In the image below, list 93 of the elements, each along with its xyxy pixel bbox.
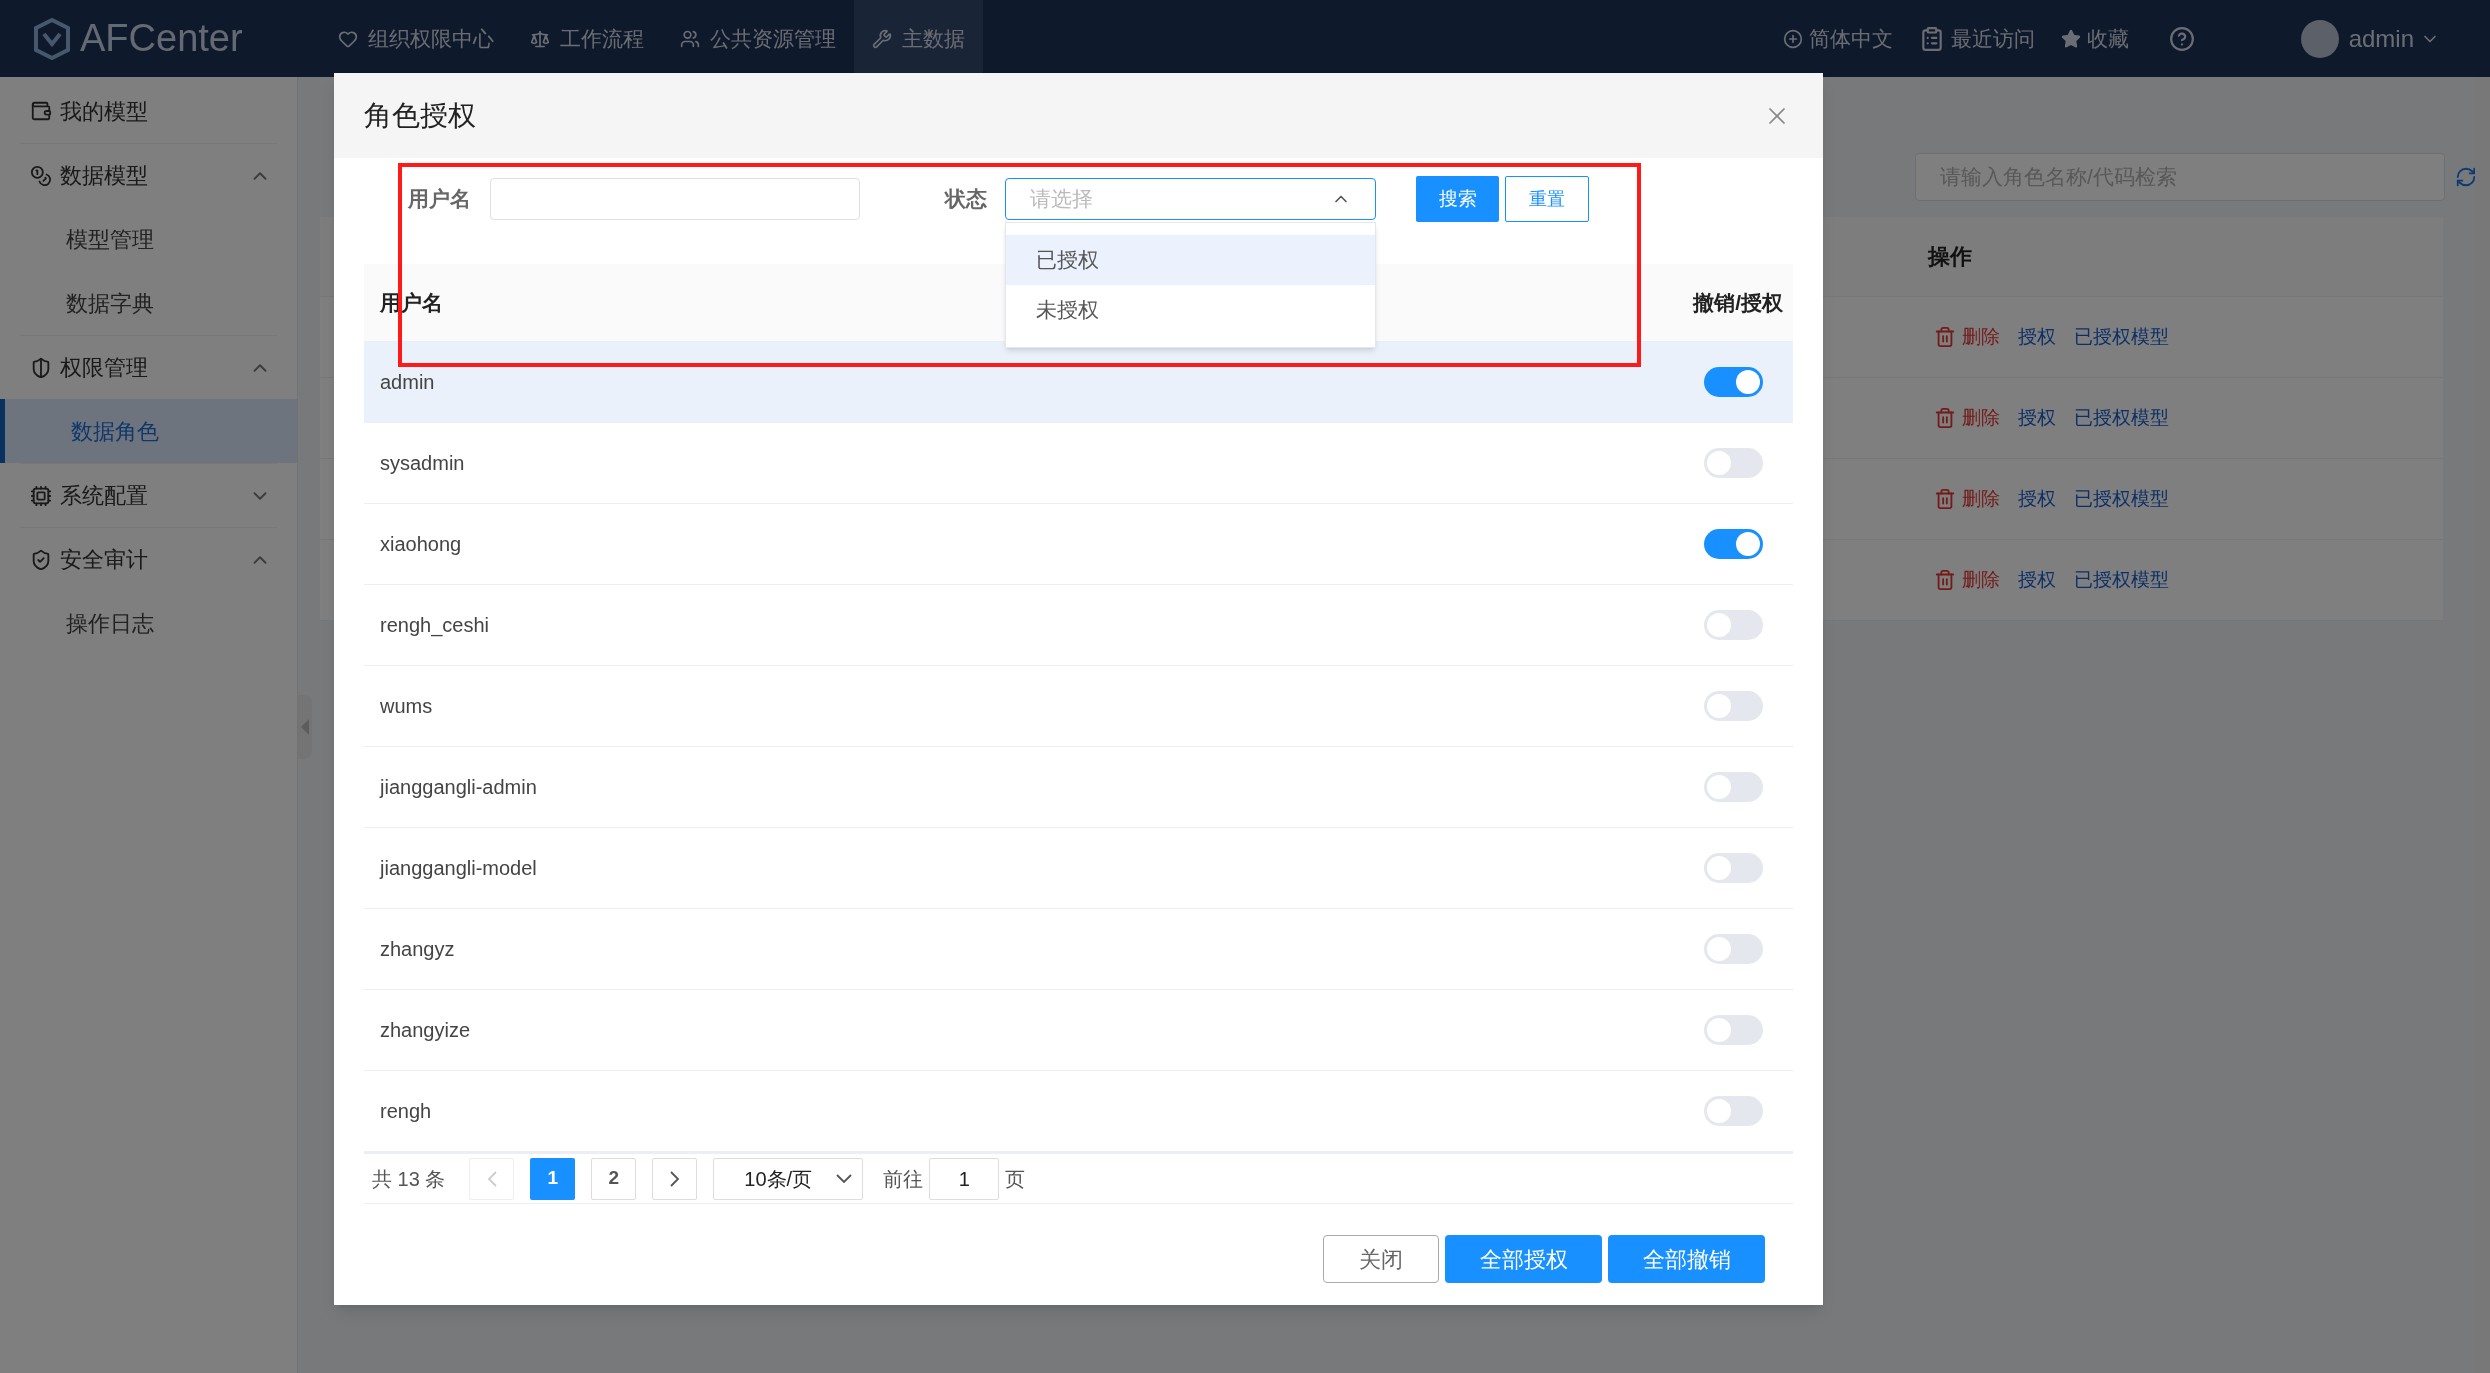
toggle-switch[interactable] (1704, 1096, 1763, 1126)
favorites-button[interactable]: 收藏 (2060, 22, 2129, 55)
nav-tab[interactable]: 组织权限中心 (320, 0, 512, 77)
language-button[interactable]: 简体中文 (1782, 22, 1893, 55)
toggle-switch[interactable] (1704, 772, 1763, 802)
sidebar-subitem[interactable]: 模型管理 (0, 207, 297, 271)
search-button[interactable]: 搜索 (1416, 176, 1499, 222)
toggle-switch[interactable] (1704, 529, 1763, 559)
delete-link[interactable]: 删除 (1962, 322, 2000, 352)
recent-button[interactable]: 最近访问 (1918, 22, 2035, 55)
page-size-select[interactable]: 10条/页 (713, 1157, 864, 1200)
username-field[interactable] (490, 178, 860, 220)
collapse-handle[interactable] (298, 695, 312, 759)
models-link[interactable]: 已授权模型 (2074, 565, 2169, 595)
users-icon (680, 28, 700, 49)
username-cell-text: zhangyize (380, 1018, 472, 1043)
wallet-icon (30, 100, 52, 122)
username-cell-text: rengh_ceshi (380, 613, 490, 639)
page-unit: 页 (1005, 1166, 1026, 1192)
toggle-switch[interactable] (1704, 853, 1763, 883)
delete-link[interactable]: 删除 (1962, 484, 2000, 514)
dialog-title: 角色授权 (364, 98, 477, 133)
goto-label: 前往 (883, 1166, 924, 1192)
nav-tab[interactable]: 工作流程 (512, 0, 662, 77)
refresh-icon[interactable] (2455, 166, 2477, 188)
chevron-left-icon (486, 1170, 497, 1187)
heart-icon (338, 28, 358, 49)
username-cell-text: xiaohong (380, 532, 463, 557)
toggle-switch[interactable] (1704, 367, 1763, 397)
username-cell-text: jianggangli-admin (380, 775, 538, 800)
toggle-switch[interactable] (1704, 448, 1763, 478)
username-cell-text: rengh (380, 1099, 433, 1124)
star-icon (2060, 28, 2081, 49)
chevron-right-icon (669, 1170, 680, 1187)
username-cell-text: zhangyz (380, 937, 456, 962)
dropdown-option[interactable]: 未授权 (1006, 285, 1375, 335)
reset-button[interactable]: 重置 (1505, 176, 1589, 222)
chip-icon (30, 484, 52, 507)
field-label: 状态 (945, 186, 988, 213)
models-link[interactable]: 已授权模型 (2074, 484, 2169, 514)
logo-icon (32, 17, 72, 60)
toggle-switch[interactable] (1704, 934, 1763, 964)
models-link[interactable]: 已授权模型 (2074, 322, 2169, 352)
username-cell-text: sysadmin (380, 451, 466, 476)
grant-link[interactable]: 授权 (2018, 403, 2056, 433)
delete-link[interactable]: 删除 (1962, 565, 2000, 595)
trash-icon[interactable] (1934, 488, 1956, 510)
close-button[interactable]: 关闭 (1323, 1235, 1439, 1283)
table-row[interactable]: admin (364, 342, 1793, 423)
status-select[interactable]: 请选择 (1005, 178, 1376, 220)
grant-link[interactable]: 授权 (2018, 565, 2056, 595)
chevron-down-icon (836, 1174, 853, 1183)
user-menu[interactable]: admin (2348, 20, 2440, 57)
sidebar-item[interactable]: 安全审计 (20, 527, 277, 591)
shield-icon (30, 356, 52, 379)
trash-icon[interactable] (1934, 326, 1956, 348)
models-link[interactable]: 已授权模型 (2074, 403, 2169, 433)
page-button[interactable]: 1 (530, 1157, 576, 1200)
sidebar-subitem[interactable]: 数据字典 (0, 271, 297, 335)
username-cell-text: wums (380, 694, 434, 719)
primary-button[interactable]: 全部撤销 (1608, 1235, 1765, 1283)
sidebar-item[interactable]: 系统配置 (20, 463, 277, 527)
username-cell-text: admin (380, 370, 436, 395)
logo-text: AFCenter (80, 16, 243, 61)
help-icon[interactable] (2168, 25, 2195, 52)
field-label: 用户名 (408, 186, 472, 213)
sidebar-item[interactable]: 数据模型 (20, 143, 277, 207)
total-count: 共 13 条 (372, 1166, 446, 1192)
column-header: 撤销/授权 (1693, 289, 1783, 316)
avatar[interactable] (2300, 19, 2339, 58)
page-button[interactable]: 2 (591, 1157, 637, 1200)
grant-link[interactable]: 授权 (2018, 322, 2056, 352)
shield-icon (30, 548, 52, 571)
primary-button[interactable]: 全部授权 (1445, 1235, 1602, 1283)
grant-link[interactable]: 授权 (2018, 484, 2056, 514)
toggle-switch[interactable] (1704, 691, 1763, 721)
toggle-switch[interactable] (1704, 1015, 1763, 1045)
sidebar-subitem[interactable]: 操作日志 (0, 591, 297, 655)
delete-link[interactable]: 删除 (1962, 403, 2000, 433)
scale-icon (530, 28, 550, 49)
coins-icon (30, 164, 52, 187)
nav-tab[interactable]: 公共资源管理 (662, 0, 854, 77)
username-cell-text: jianggangli-model (380, 856, 538, 881)
sidebar-item[interactable]: 我的模型 (20, 79, 277, 143)
toggle-switch[interactable] (1704, 610, 1763, 640)
dropdown-option[interactable]: 已授权 (1006, 235, 1375, 285)
wrench-icon (872, 28, 892, 49)
goto-field[interactable]: 1 (929, 1157, 1000, 1200)
trash-icon[interactable] (1934, 569, 1956, 591)
sidebar-subitem[interactable]: 数据角色 (0, 399, 297, 463)
next-page-button[interactable] (652, 1157, 698, 1200)
column-header: 操作 (1928, 243, 1973, 271)
trash-icon[interactable] (1934, 407, 1956, 429)
